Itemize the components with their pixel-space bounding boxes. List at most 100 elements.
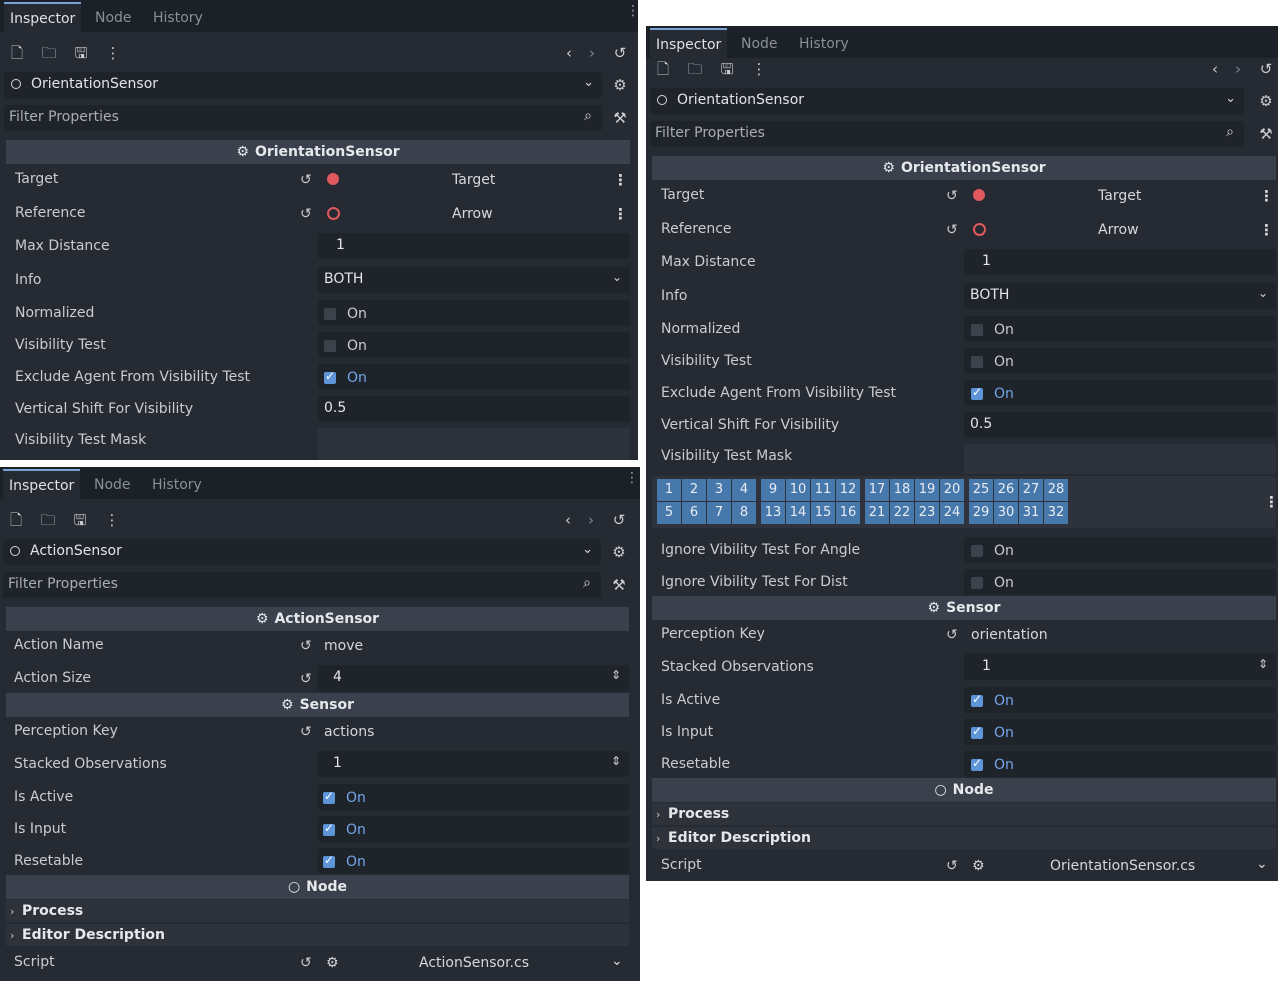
mask-bit-14[interactable]: 14 bbox=[786, 502, 810, 524]
mask-bit-24[interactable]: 24 bbox=[940, 502, 964, 524]
perception-key-value[interactable]: actions bbox=[324, 724, 374, 740]
forward-icon[interactable]: › bbox=[1229, 60, 1247, 78]
mask-bit-2[interactable]: 2 bbox=[682, 479, 706, 501]
node-tree-icon[interactable]: ⚙ bbox=[1257, 92, 1275, 110]
target-value[interactable]: Target bbox=[452, 172, 495, 188]
category-editor-description[interactable]: › Editor Description bbox=[652, 827, 1276, 849]
tab-inspector[interactable]: Inspector bbox=[3, 469, 81, 501]
tab-inspector[interactable]: Inspector bbox=[4, 2, 82, 34]
info-dropdown[interactable]: BOTH ⌄ bbox=[318, 267, 630, 293]
max-distance-field[interactable]: 1 bbox=[964, 249, 1276, 275]
mask-bit-5[interactable]: 5 bbox=[657, 502, 681, 524]
mask-bit-11[interactable]: 11 bbox=[811, 479, 835, 501]
section-header-sensor[interactable]: ⚙ Sensor bbox=[652, 596, 1276, 620]
history-icon[interactable]: ↺ bbox=[1257, 60, 1275, 78]
node-selector-dropdown[interactable]: ActionSensor ⌄ bbox=[3, 539, 601, 565]
mask-bit-12[interactable]: 12 bbox=[836, 479, 860, 501]
tab-inspector[interactable]: Inspector bbox=[650, 28, 728, 60]
mask-bit-31[interactable]: 31 bbox=[1019, 502, 1043, 524]
exclude-agent-checkbox[interactable] bbox=[324, 369, 336, 384]
back-icon[interactable]: ‹ bbox=[1206, 60, 1224, 78]
reference-value[interactable]: Arrow bbox=[1098, 222, 1139, 238]
spinner-arrows-icon[interactable]: ⇕ bbox=[611, 754, 621, 768]
revert-icon[interactable]: ↺ bbox=[300, 724, 312, 740]
tab-node[interactable]: Node bbox=[95, 4, 132, 32]
target-menu-icon[interactable]: ⋮ bbox=[613, 171, 628, 189]
history-icon[interactable]: ↺ bbox=[610, 511, 628, 529]
section-header-actionsensor[interactable]: ⚙ ActionSensor bbox=[6, 607, 629, 631]
is-active-checkbox[interactable] bbox=[323, 789, 335, 804]
tab-node[interactable]: Node bbox=[94, 471, 131, 499]
history-icon[interactable]: ↺ bbox=[611, 44, 629, 62]
script-name[interactable]: OrientationSensor.cs bbox=[1050, 858, 1195, 874]
category-editor-description[interactable]: › Editor Description bbox=[6, 924, 629, 946]
new-resource-icon[interactable]: 🗋 bbox=[654, 60, 672, 78]
mask-bit-27[interactable]: 27 bbox=[1019, 479, 1043, 501]
spinner-arrows-icon[interactable]: ⇕ bbox=[611, 668, 621, 682]
open-folder-icon[interactable]: 🗀 bbox=[686, 60, 704, 78]
tab-menu-icon[interactable]: ⋮ bbox=[625, 471, 639, 485]
visibility-test-checkbox[interactable] bbox=[324, 340, 336, 352]
revert-icon[interactable]: ↺ bbox=[300, 172, 312, 188]
visibility-test-checkbox[interactable] bbox=[971, 356, 983, 368]
more-icon[interactable]: ⋮ bbox=[103, 511, 121, 529]
chevron-down-icon[interactable]: ⌄ bbox=[611, 953, 623, 969]
filter-properties-input[interactable]: Filter Properties ⌕ bbox=[650, 121, 1244, 147]
stacked-observations-spinbox[interactable]: 1 ⇕ bbox=[318, 751, 629, 777]
mask-bit-25[interactable]: 25 bbox=[969, 479, 993, 501]
mask-bit-21[interactable]: 21 bbox=[865, 502, 889, 524]
mask-bit-13[interactable]: 13 bbox=[761, 502, 785, 524]
chevron-down-icon[interactable]: ⌄ bbox=[1256, 856, 1268, 872]
more-icon[interactable]: ⋮ bbox=[104, 44, 122, 62]
action-name-value[interactable]: move bbox=[324, 638, 363, 654]
section-header-node[interactable]: ○ Node bbox=[6, 875, 629, 899]
revert-icon[interactable]: ↺ bbox=[946, 188, 958, 204]
revert-icon[interactable]: ↺ bbox=[946, 627, 958, 643]
tab-history[interactable]: History bbox=[799, 30, 849, 58]
is-input-checkbox[interactable] bbox=[323, 821, 335, 836]
section-header-orientationsensor[interactable]: ⚙ OrientationSensor bbox=[652, 156, 1276, 180]
forward-icon[interactable]: › bbox=[582, 511, 600, 529]
save-icon[interactable]: 🖫 bbox=[72, 44, 90, 62]
mask-bit-18[interactable]: 18 bbox=[890, 479, 914, 501]
revert-icon[interactable]: ↺ bbox=[300, 671, 312, 687]
tab-node[interactable]: Node bbox=[741, 30, 778, 58]
back-icon[interactable]: ‹ bbox=[560, 44, 578, 62]
tab-history[interactable]: History bbox=[153, 4, 203, 32]
node-selector-dropdown[interactable]: OrientationSensor ⌄ bbox=[4, 72, 602, 98]
mask-bit-26[interactable]: 26 bbox=[994, 479, 1018, 501]
mask-menu-icon[interactable]: ⋮ bbox=[1264, 493, 1278, 511]
category-process[interactable]: › Process bbox=[652, 803, 1276, 825]
mask-bit-4[interactable]: 4 bbox=[732, 479, 756, 501]
revert-icon[interactable]: ↺ bbox=[300, 955, 312, 971]
tab-history[interactable]: History bbox=[152, 471, 202, 499]
new-resource-icon[interactable]: 🗋 bbox=[8, 44, 26, 62]
normalized-checkbox[interactable] bbox=[324, 308, 336, 320]
ignore-angle-checkbox[interactable] bbox=[971, 545, 983, 557]
mask-bit-7[interactable]: 7 bbox=[707, 502, 731, 524]
perception-key-value[interactable]: orientation bbox=[971, 627, 1048, 643]
tab-menu-icon[interactable]: ⋮ bbox=[626, 4, 638, 18]
mask-bit-8[interactable]: 8 bbox=[732, 502, 756, 524]
reference-menu-icon[interactable]: ⋮ bbox=[613, 205, 628, 223]
save-icon[interactable]: 🖫 bbox=[718, 60, 736, 78]
reference-menu-icon[interactable]: ⋮ bbox=[1259, 221, 1274, 239]
node-tree-icon[interactable]: ⚙ bbox=[610, 543, 628, 561]
mask-bit-22[interactable]: 22 bbox=[890, 502, 914, 524]
vertical-shift-field[interactable]: 0.5 bbox=[964, 412, 1276, 438]
open-folder-icon[interactable]: 🗀 bbox=[40, 44, 58, 62]
spinner-arrows-icon[interactable]: ⇕ bbox=[1258, 657, 1268, 671]
revert-icon[interactable]: ↺ bbox=[946, 858, 958, 874]
ignore-dist-checkbox[interactable] bbox=[971, 577, 983, 589]
section-header-sensor[interactable]: ⚙ Sensor bbox=[6, 693, 629, 717]
resetable-checkbox[interactable] bbox=[971, 756, 983, 771]
property-tools-icon[interactable]: ⚒ bbox=[610, 576, 628, 594]
revert-icon[interactable]: ↺ bbox=[300, 206, 312, 222]
target-menu-icon[interactable]: ⋮ bbox=[1259, 187, 1274, 205]
stacked-observations-spinbox[interactable]: 1 ⇕ bbox=[964, 654, 1276, 680]
max-distance-field[interactable]: 1 bbox=[318, 233, 630, 259]
mask-bit-29[interactable]: 29 bbox=[969, 502, 993, 524]
mask-bit-15[interactable]: 15 bbox=[811, 502, 835, 524]
revert-icon[interactable]: ↺ bbox=[300, 638, 312, 654]
mask-bit-6[interactable]: 6 bbox=[682, 502, 706, 524]
